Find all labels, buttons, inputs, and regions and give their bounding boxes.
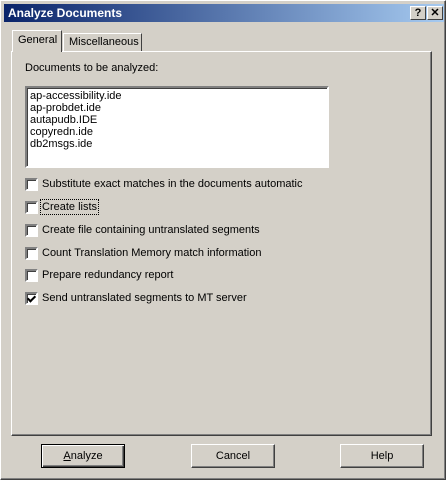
title-bar[interactable]: Analyze Documents ? ✕ (4, 4, 444, 22)
tab-general[interactable]: General (12, 30, 62, 52)
window-title: Analyze Documents (8, 6, 123, 20)
list-item[interactable]: db2msgs.ide (30, 138, 324, 150)
option-label: Substitute exact matches in the document… (42, 178, 303, 190)
close-icon[interactable]: ✕ (427, 6, 443, 20)
option-substitute-exact-matches[interactable]: Substitute exact matches in the document… (25, 177, 302, 191)
option-untranslated-segments-file[interactable]: Create file containing untranslated segm… (25, 223, 260, 237)
option-count-tm-match[interactable]: Count Translation Memory match informati… (25, 246, 261, 260)
help-icon[interactable]: ? (410, 6, 426, 20)
option-send-to-mt-server[interactable]: Send untranslated segments to MT server (25, 291, 247, 305)
option-label: Create file containing untranslated segm… (42, 224, 260, 236)
option-label: Send untranslated segments to MT server (42, 292, 247, 304)
help-button[interactable]: Help (340, 444, 424, 468)
checkbox[interactable] (25, 200, 38, 214)
checkbox[interactable] (25, 291, 38, 305)
option-label: Prepare redundancy report (42, 269, 174, 281)
checkbox[interactable] (25, 268, 38, 282)
option-create-lists[interactable]: Create lists (25, 199, 100, 215)
option-label: Create lists (39, 199, 100, 215)
cancel-button[interactable]: Cancel (191, 444, 275, 468)
checkbox[interactable] (25, 177, 38, 191)
checkbox[interactable] (25, 223, 38, 237)
option-redundancy-report[interactable]: Prepare redundancy report (25, 268, 173, 282)
option-label: Count Translation Memory match informati… (42, 247, 262, 259)
documents-listbox[interactable]: ap-accessibility.ide ap-probdet.ide auta… (25, 86, 329, 168)
button-label: Analyze (63, 450, 103, 462)
list-item[interactable]: ap-probdet.ide (30, 102, 324, 114)
tab-miscellaneous[interactable]: Miscellaneous (63, 33, 142, 51)
checkbox[interactable] (25, 246, 38, 260)
list-item[interactable]: autapudb.IDE (30, 114, 324, 126)
list-item[interactable]: copyredn.ide (30, 126, 324, 138)
documents-label: Documents to be analyzed: (25, 62, 159, 74)
list-item[interactable]: ap-accessibility.ide (30, 90, 324, 102)
analyze-button[interactable]: Analyze (41, 444, 125, 468)
